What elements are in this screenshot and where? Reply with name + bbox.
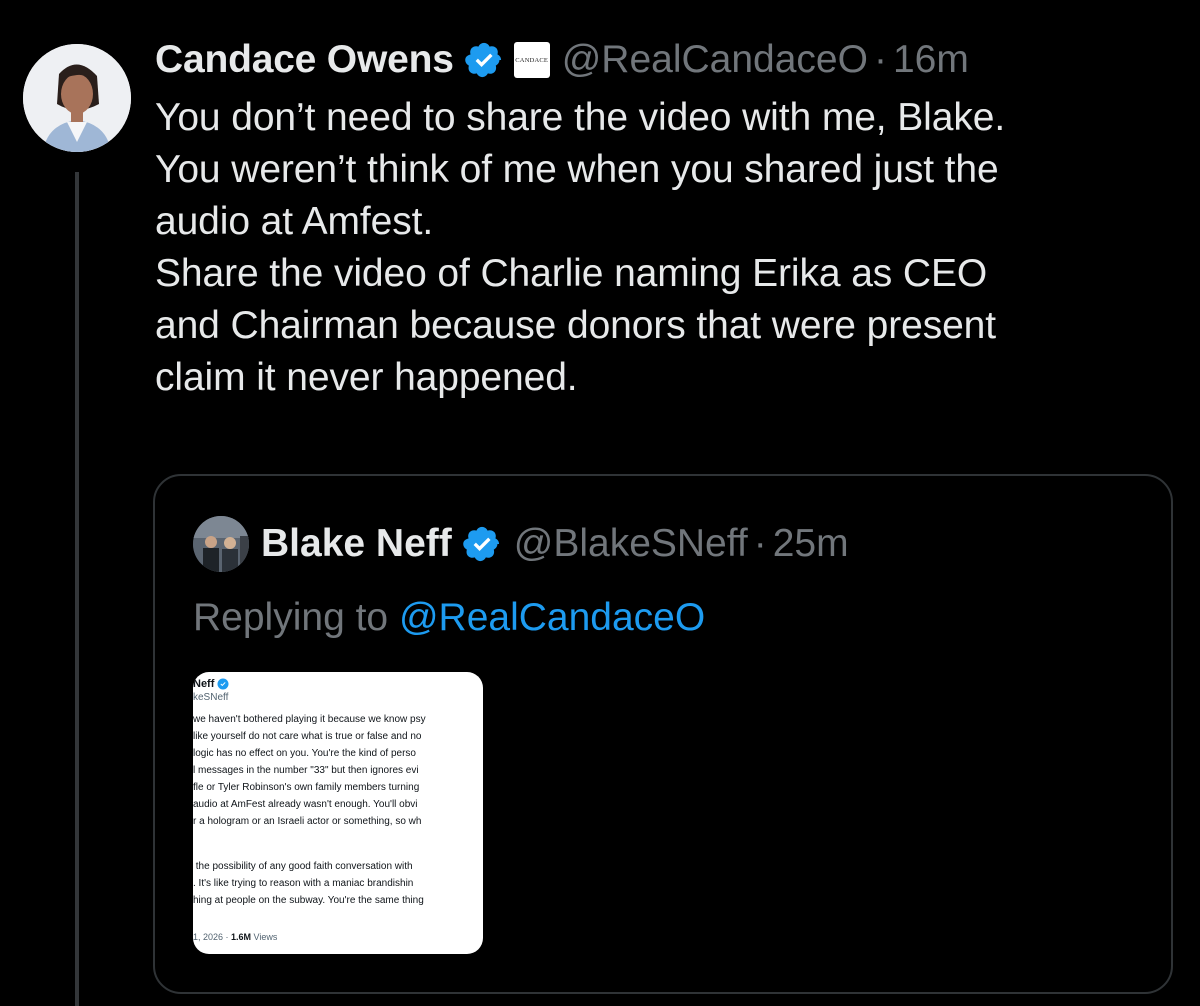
screenshot-content: Neff keSNeff we haven't bothered playing… — [193, 672, 483, 954]
tweet[interactable]: Candace Owens CANDACE @RealCandaceO · 16… — [155, 30, 1185, 404]
replying-to: Replying to @RealCandaceO — [193, 596, 705, 640]
screenshot-handle: keSNeff — [193, 692, 229, 703]
quoted-author-name[interactable]: Blake Neff — [261, 522, 452, 566]
author-avatar[interactable] — [23, 44, 131, 152]
replying-to-label: Replying to — [193, 596, 399, 639]
screenshot-author: Neff — [193, 678, 229, 690]
author-handle[interactable]: @RealCandaceO — [562, 38, 868, 82]
author-name[interactable]: Candace Owens — [155, 38, 454, 82]
tweet-text: You don’t need to share the video with m… — [155, 96, 1006, 399]
quoted-author-avatar[interactable] — [193, 516, 249, 572]
avatar-photo — [23, 44, 131, 152]
thread-line — [75, 172, 79, 1006]
quoted-tweet-header: Blake Neff @BlakeSNeff · 25m — [193, 516, 849, 572]
tweet-header: Candace Owens CANDACE @RealCandaceO · 16… — [155, 30, 1185, 90]
replying-to-mention-link[interactable]: @RealCandaceO — [399, 596, 705, 639]
screenshot-views-label: Views — [251, 932, 278, 942]
screenshot-author-name: Neff — [193, 678, 215, 690]
separator-dot: · — [753, 522, 767, 565]
verified-badge-icon — [217, 678, 229, 690]
tweet-timestamp[interactable]: 16m — [893, 38, 969, 82]
verified-badge-icon — [464, 42, 501, 78]
screenshot-views-count: 1.6M — [231, 932, 252, 942]
screenshot-paragraph: we haven't bothered playing it because w… — [193, 714, 426, 827]
separator-dot: · — [873, 38, 887, 81]
quoted-tweet-timestamp[interactable]: 25m — [773, 522, 849, 566]
screenshot-footer: 1, 2026 · 1.6M Views — [193, 932, 277, 942]
affiliate-badge[interactable]: CANDACE — [513, 42, 550, 78]
quoted-author-handle[interactable]: @BlakeSNeff — [514, 522, 748, 566]
quoted-tweet-image[interactable]: Neff keSNeff we haven't bothered playing… — [193, 672, 483, 954]
screenshot-paragraph: the possibility of any good faith conver… — [193, 861, 424, 906]
quoted-tweet[interactable]: Blake Neff @BlakeSNeff · 25m Replying to… — [153, 474, 1173, 994]
avatar-photo — [193, 516, 249, 572]
screenshot-date: 1, 2026 · — [193, 932, 232, 942]
verified-badge-icon — [462, 526, 499, 562]
